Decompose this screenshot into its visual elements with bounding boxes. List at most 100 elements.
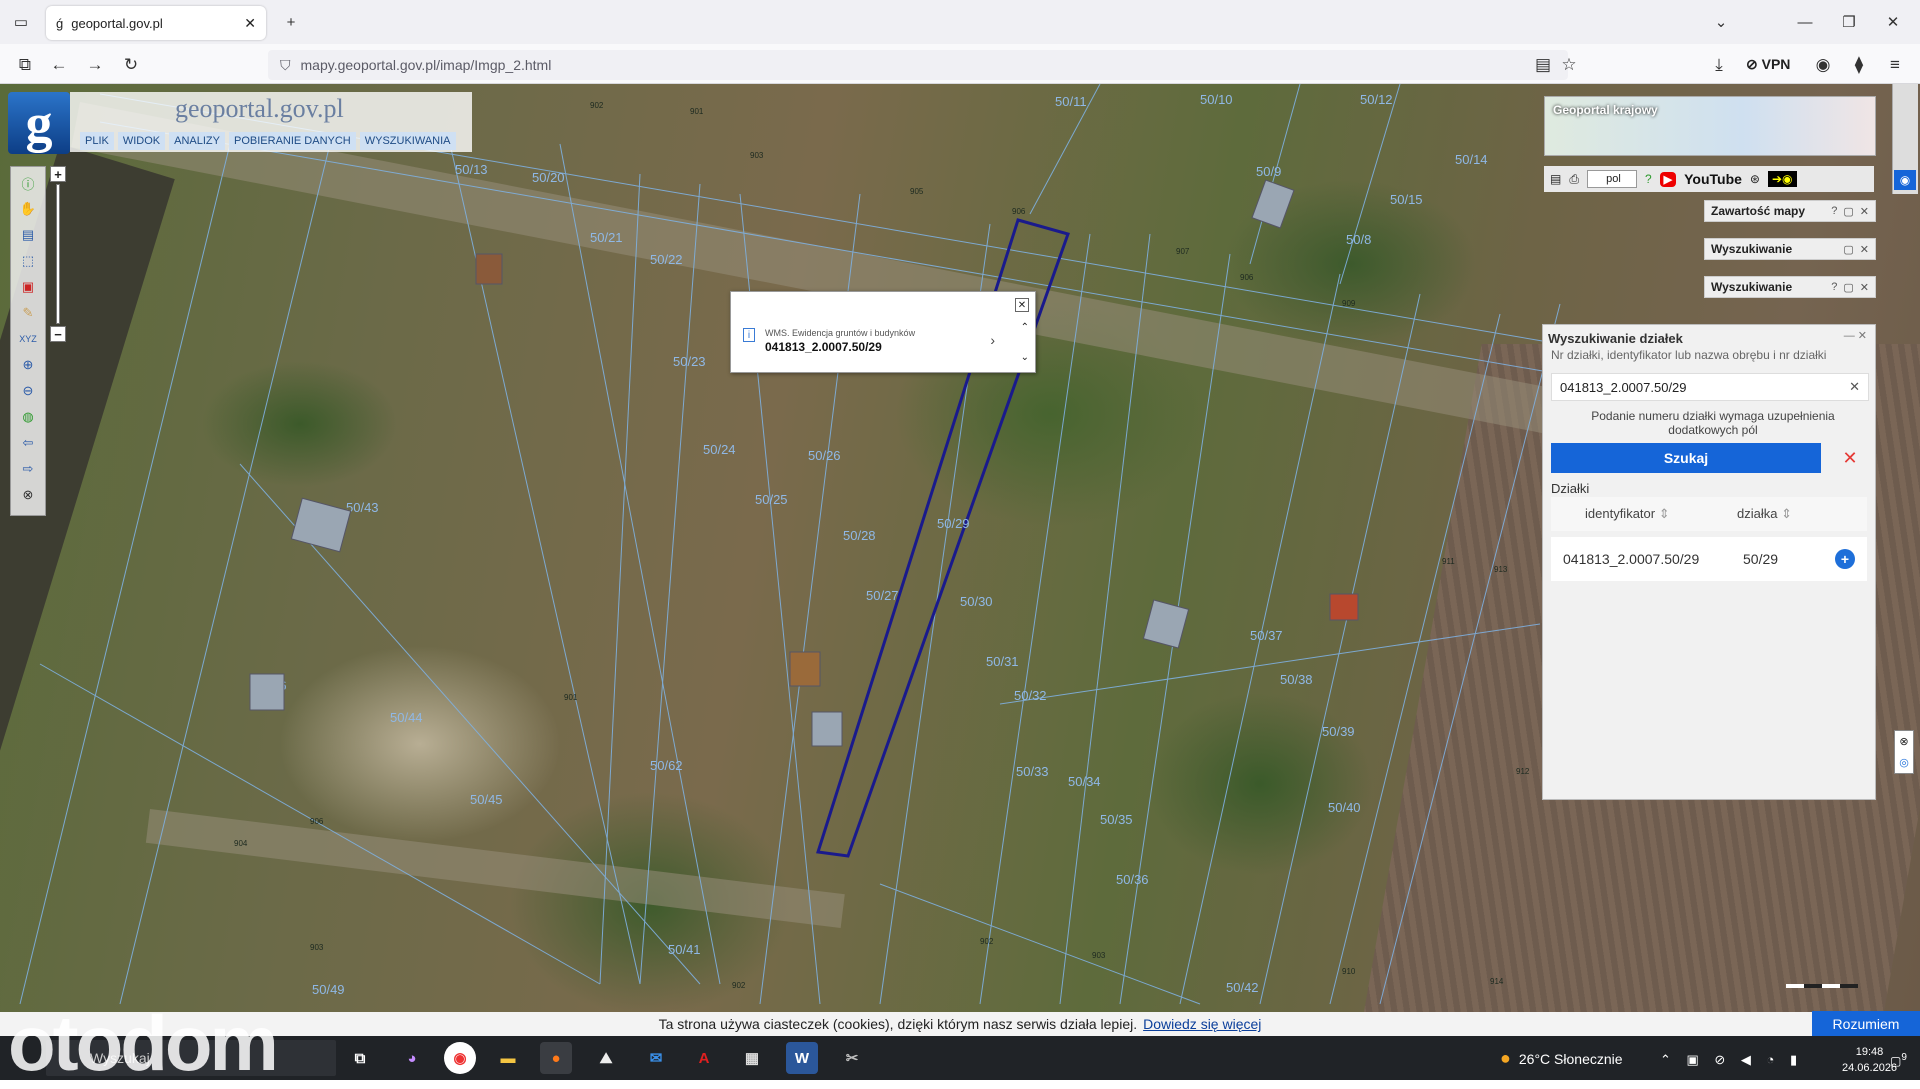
vpn-button[interactable]: ⊘ VPN [1746, 56, 1790, 73]
close-window-button[interactable]: ✕ [1878, 8, 1908, 36]
panel-wyszukiwanie-2[interactable]: Wyszukiwanie ? ▢ ✕ [1704, 276, 1876, 298]
language-select[interactable]: pol [1586, 170, 1637, 188]
chrome-icon[interactable]: ◉ [444, 1042, 476, 1074]
popup-scroll-down-icon[interactable]: ⌄ [1021, 352, 1029, 363]
outlook-icon[interactable]: ✉ [640, 1042, 672, 1074]
youtube-play-icon[interactable]: ▶ [1659, 171, 1677, 187]
menu-widok[interactable]: WIDOK [117, 132, 166, 150]
downloads-icon[interactable]: ⤓ [1706, 52, 1732, 78]
col-dzialka[interactable]: działka ⇕ [1731, 506, 1831, 522]
add-result-plus-icon[interactable]: + [1835, 549, 1855, 569]
popup-scroll-up-icon[interactable]: ⌃ [1021, 322, 1029, 333]
panel-close-icon[interactable]: ✕ [1860, 243, 1869, 256]
back-button[interactable]: ← [46, 52, 72, 78]
close-circle-icon[interactable]: ⊗ [1899, 735, 1908, 748]
minimize-button[interactable]: — [1790, 8, 1820, 36]
full-extent-globe-icon[interactable]: ◍ [10, 404, 46, 430]
zoom-out-icon[interactable]: ⊖ [10, 378, 46, 404]
draw-pencil-icon[interactable]: ✎ [10, 300, 46, 326]
popup-next-chevron-icon[interactable]: › [990, 332, 995, 348]
youtube-link[interactable]: YouTube [1684, 171, 1742, 187]
menu-icon[interactable]: ≡ [1882, 52, 1908, 78]
zoom-track[interactable] [56, 184, 60, 324]
xyz-coordinates-icon[interactable]: XYZ [10, 326, 46, 352]
firefox-icon[interactable]: ● [540, 1042, 572, 1074]
visibility-eye-icon[interactable]: ◉ [1894, 170, 1916, 190]
zoom-slider[interactable]: + − [50, 166, 66, 342]
sort-icon[interactable]: ⇕ [1659, 506, 1670, 521]
next-view-arrow-icon[interactable]: ⇨ [10, 456, 46, 482]
accessibility-icon[interactable]: ⊛ [1750, 172, 1760, 186]
tab-close-icon[interactable]: ✕ [244, 15, 256, 32]
word-icon[interactable]: W [786, 1042, 818, 1074]
select-area-icon[interactable]: ⬚ [10, 248, 46, 274]
contrast-eye-icon[interactable]: ➔◉ [1767, 171, 1797, 187]
app-icon[interactable]: ⛰ [590, 1042, 622, 1074]
account-icon[interactable]: ◉ [1810, 52, 1836, 78]
file-explorer-icon[interactable]: ▬ [492, 1042, 524, 1074]
info-tool-icon[interactable]: ⓘ [10, 170, 46, 196]
calculator-icon[interactable]: ▦ [736, 1042, 768, 1074]
menu-analizy[interactable]: ANALIZY [169, 132, 225, 150]
minimize-icon[interactable]: — [1844, 330, 1855, 342]
clear-selection-icon[interactable]: ▣ [10, 274, 46, 300]
snipping-tool-icon[interactable]: ✂ [836, 1042, 868, 1074]
parcel-search-input[interactable]: 041813_2.0007.50/29 ✕ [1551, 373, 1869, 401]
sort-icon[interactable]: ⇕ [1781, 506, 1792, 521]
panel-close-icon[interactable]: ✕ [1860, 281, 1869, 294]
notifications-icon[interactable]: ▢9 [1890, 1052, 1907, 1068]
forward-button[interactable]: → [82, 52, 108, 78]
new-tab-button[interactable]: + [276, 8, 306, 36]
refresh-circle-icon[interactable]: ◎ [1899, 756, 1909, 769]
reader-mode-icon[interactable]: ▤ [1530, 52, 1556, 78]
sidebar-toggle-icon[interactable]: ⧉ [12, 52, 38, 78]
system-tray-icons[interactable]: ⌃ ▣ ⊘ ◀ ◔ ▮ [1660, 1052, 1803, 1068]
previous-view-arrow-icon[interactable]: ⇦ [10, 430, 46, 456]
map-canvas[interactable]: 50/13 50/12 50/14 50/15 50/10 50/11 50/20 50/… [0, 84, 1920, 1012]
address-bar[interactable]: ⛉ mapy.geoportal.gov.pl/imap/Imgp_2.html [268, 50, 1568, 80]
panel-help-icon[interactable]: ? [1831, 281, 1837, 294]
menu-pobieranie-danych[interactable]: POBIERANIE DANYCH [229, 132, 356, 150]
zoom-in-icon[interactable]: ⊕ [10, 352, 46, 378]
copilot-icon[interactable]: ◕ [396, 1042, 428, 1074]
popup-close-icon[interactable]: ✕ [1015, 298, 1029, 312]
extensions-icon[interactable]: ⧫ [1846, 52, 1872, 78]
tab-overflow-chevron-icon[interactable]: ⌄ [1706, 8, 1736, 36]
panel-maximize-icon[interactable]: ▢ [1843, 243, 1853, 256]
panel-zawartosc-mapy[interactable]: Zawartość mapy ? ▢ ✕ [1704, 200, 1876, 222]
panel-maximize-icon[interactable]: ▢ [1843, 281, 1853, 294]
cookie-accept-button[interactable]: Rozumiem [1812, 1011, 1920, 1037]
bookmark-star-icon[interactable]: ☆ [1556, 52, 1582, 78]
zoom-plus-button[interactable]: + [50, 166, 66, 182]
taskbar-clock[interactable]: 19:48 24.06.2026 [1842, 1044, 1897, 1076]
cookie-more-link[interactable]: Dowiedz się więcej [1143, 1016, 1261, 1032]
pan-hand-icon[interactable]: ✋ [10, 196, 46, 222]
search-button[interactable]: Szukaj [1551, 443, 1821, 473]
zoom-minus-button[interactable]: − [50, 326, 66, 342]
browser-tab[interactable]: ǵ geoportal.gov.pl ✕ [46, 6, 266, 40]
legend-icon[interactable]: ▤ [1550, 172, 1561, 186]
menu-plik[interactable]: PLIK [80, 132, 114, 150]
help-icon[interactable]: ? [1645, 172, 1652, 186]
site-info-shield-icon[interactable]: ⛉ [280, 57, 291, 74]
acrobat-icon[interactable]: A [688, 1042, 720, 1074]
close-icon[interactable]: ✕ [1858, 330, 1867, 342]
col-identyfikator[interactable]: identyfikator ⇕ [1551, 506, 1731, 522]
clear-input-icon[interactable]: ✕ [1849, 379, 1868, 395]
panel-help-icon[interactable]: ? [1831, 205, 1837, 218]
table-row[interactable]: 041813_2.0007.50/29 50/29 + [1551, 537, 1867, 581]
panel-wyszukiwanie-1[interactable]: Wyszukiwanie ▢ ✕ [1704, 238, 1876, 260]
compass-icon[interactable]: ⊗ [10, 482, 46, 508]
print-icon[interactable]: ⎙ [1569, 172, 1579, 187]
reload-button[interactable]: ↻ [118, 52, 144, 78]
menu-wyszukiwania[interactable]: WYSZUKIWANIA [359, 132, 456, 150]
panel-close-icon[interactable]: ✕ [1860, 205, 1869, 218]
overview-minimap[interactable]: Geoportal krajowy [1544, 96, 1876, 156]
tab-list-icon[interactable]: ▭ [6, 8, 36, 36]
task-view-icon[interactable]: ⧉ [344, 1042, 376, 1074]
panel-maximize-icon[interactable]: ▢ [1843, 205, 1853, 218]
geoportal-logo[interactable]: g [8, 92, 70, 154]
weather-widget[interactable]: ● 26°C Słonecznie [1500, 1048, 1623, 1069]
layers-list-icon[interactable]: ▤ [10, 222, 46, 248]
restore-button[interactable]: ❐ [1834, 8, 1864, 36]
